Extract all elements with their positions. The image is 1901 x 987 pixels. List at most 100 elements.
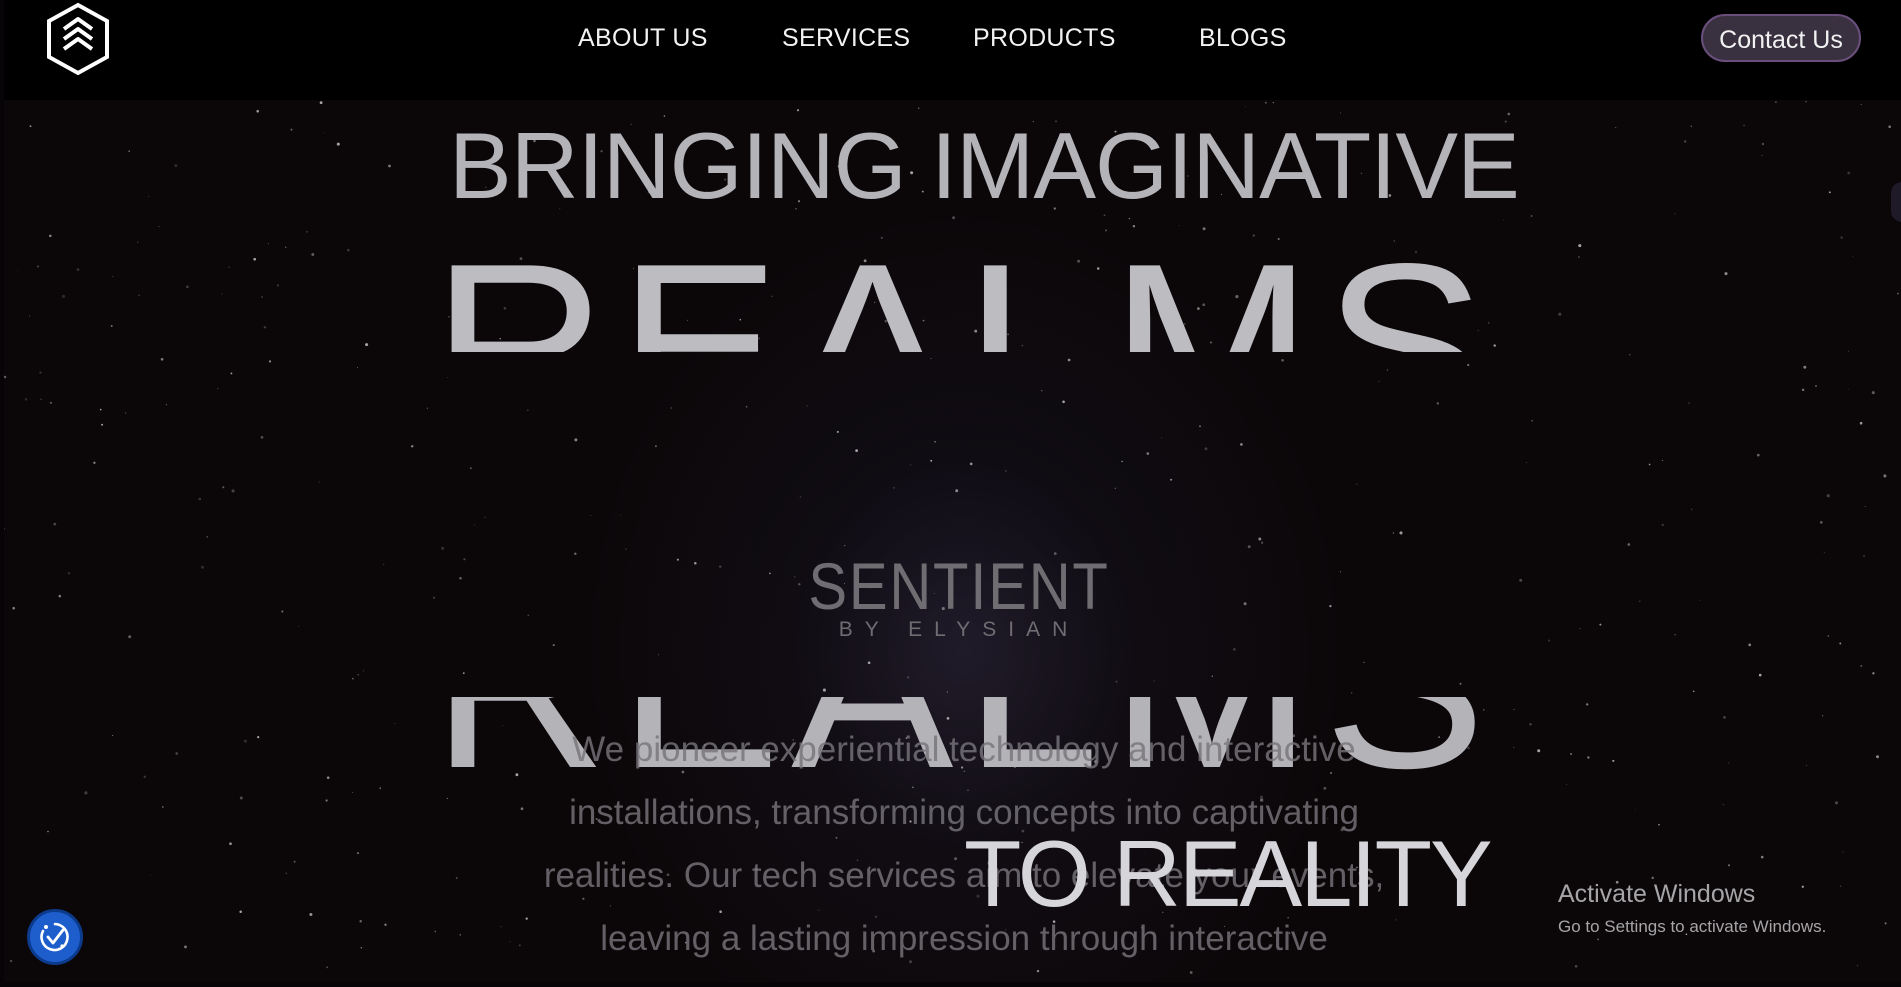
star bbox=[1758, 673, 1762, 677]
star bbox=[1488, 322, 1490, 324]
star bbox=[806, 405, 808, 407]
star bbox=[1827, 635, 1830, 637]
star bbox=[161, 806, 164, 808]
accessibility-check-icon bbox=[40, 922, 69, 952]
star bbox=[552, 644, 555, 647]
star bbox=[1526, 462, 1528, 464]
star bbox=[365, 343, 369, 347]
hero-headline-realms-top: REALMS bbox=[444, 230, 1484, 352]
star bbox=[239, 796, 243, 800]
star bbox=[1860, 664, 1863, 667]
star bbox=[311, 253, 315, 256]
star bbox=[1828, 191, 1831, 194]
star bbox=[293, 860, 296, 863]
star bbox=[326, 776, 330, 780]
star bbox=[222, 486, 225, 489]
star bbox=[1178, 224, 1180, 226]
star bbox=[1639, 600, 1641, 602]
star bbox=[1062, 400, 1065, 404]
star bbox=[1587, 756, 1590, 759]
star bbox=[1761, 154, 1763, 156]
star bbox=[260, 436, 264, 439]
star bbox=[1724, 272, 1728, 276]
nav-services[interactable]: SERVICES bbox=[782, 24, 910, 53]
star bbox=[969, 462, 973, 466]
star bbox=[221, 293, 223, 295]
star bbox=[893, 487, 895, 489]
star bbox=[49, 401, 53, 404]
nav-about-us[interactable]: ABOUT US bbox=[578, 24, 708, 53]
star bbox=[112, 276, 114, 278]
nav-products[interactable]: PRODUCTS bbox=[973, 24, 1116, 53]
star bbox=[309, 912, 313, 917]
star bbox=[76, 268, 80, 271]
star bbox=[1264, 101, 1267, 104]
star bbox=[1723, 716, 1726, 719]
star bbox=[1756, 453, 1760, 457]
star bbox=[47, 830, 49, 833]
star bbox=[124, 412, 127, 414]
star bbox=[930, 357, 932, 359]
star bbox=[1840, 236, 1843, 239]
star bbox=[1821, 715, 1824, 717]
star bbox=[589, 514, 592, 517]
star bbox=[1260, 541, 1264, 544]
star bbox=[1579, 628, 1581, 630]
star bbox=[206, 536, 209, 538]
star bbox=[574, 552, 577, 555]
star bbox=[110, 325, 113, 327]
star bbox=[1036, 969, 1040, 973]
star bbox=[53, 522, 57, 526]
star bbox=[1856, 964, 1859, 967]
star bbox=[625, 548, 627, 550]
star bbox=[1699, 599, 1701, 601]
star bbox=[137, 241, 139, 243]
star bbox=[1537, 749, 1541, 753]
star bbox=[799, 496, 802, 498]
star bbox=[1627, 543, 1631, 546]
star bbox=[1658, 823, 1660, 826]
contact-us-button[interactable]: Contact Us bbox=[1701, 14, 1861, 62]
star bbox=[1661, 523, 1664, 527]
star bbox=[257, 735, 260, 739]
star bbox=[1329, 604, 1332, 608]
nav-blogs[interactable]: BLOGS bbox=[1199, 24, 1287, 53]
star bbox=[256, 109, 259, 113]
hexagon-chevrons-logo-icon[interactable] bbox=[44, 2, 112, 78]
star bbox=[745, 406, 748, 408]
star bbox=[1565, 783, 1567, 785]
star bbox=[1847, 171, 1851, 175]
star bbox=[323, 132, 325, 134]
star bbox=[149, 874, 151, 876]
star bbox=[1281, 358, 1284, 362]
star bbox=[143, 775, 146, 778]
side-scroll-tab[interactable] bbox=[1891, 182, 1901, 222]
star bbox=[285, 872, 287, 874]
star bbox=[1883, 474, 1887, 478]
star bbox=[1842, 851, 1844, 853]
star bbox=[459, 577, 462, 580]
star bbox=[1392, 532, 1395, 534]
star bbox=[1586, 703, 1589, 706]
star bbox=[844, 545, 846, 547]
star bbox=[128, 150, 131, 153]
star bbox=[1727, 864, 1731, 867]
star bbox=[1690, 125, 1693, 127]
star bbox=[160, 357, 164, 361]
star bbox=[1513, 746, 1515, 748]
accessibility-button[interactable] bbox=[27, 909, 83, 965]
star bbox=[261, 296, 263, 298]
star bbox=[1634, 809, 1636, 811]
star bbox=[484, 516, 486, 518]
star bbox=[1530, 215, 1533, 217]
star bbox=[867, 661, 871, 665]
star bbox=[470, 467, 472, 469]
star bbox=[918, 107, 920, 109]
star bbox=[384, 923, 387, 926]
star bbox=[346, 248, 350, 252]
star bbox=[1211, 675, 1213, 677]
star bbox=[1615, 126, 1617, 128]
star bbox=[1132, 224, 1136, 228]
star bbox=[268, 360, 272, 363]
star bbox=[388, 164, 391, 168]
